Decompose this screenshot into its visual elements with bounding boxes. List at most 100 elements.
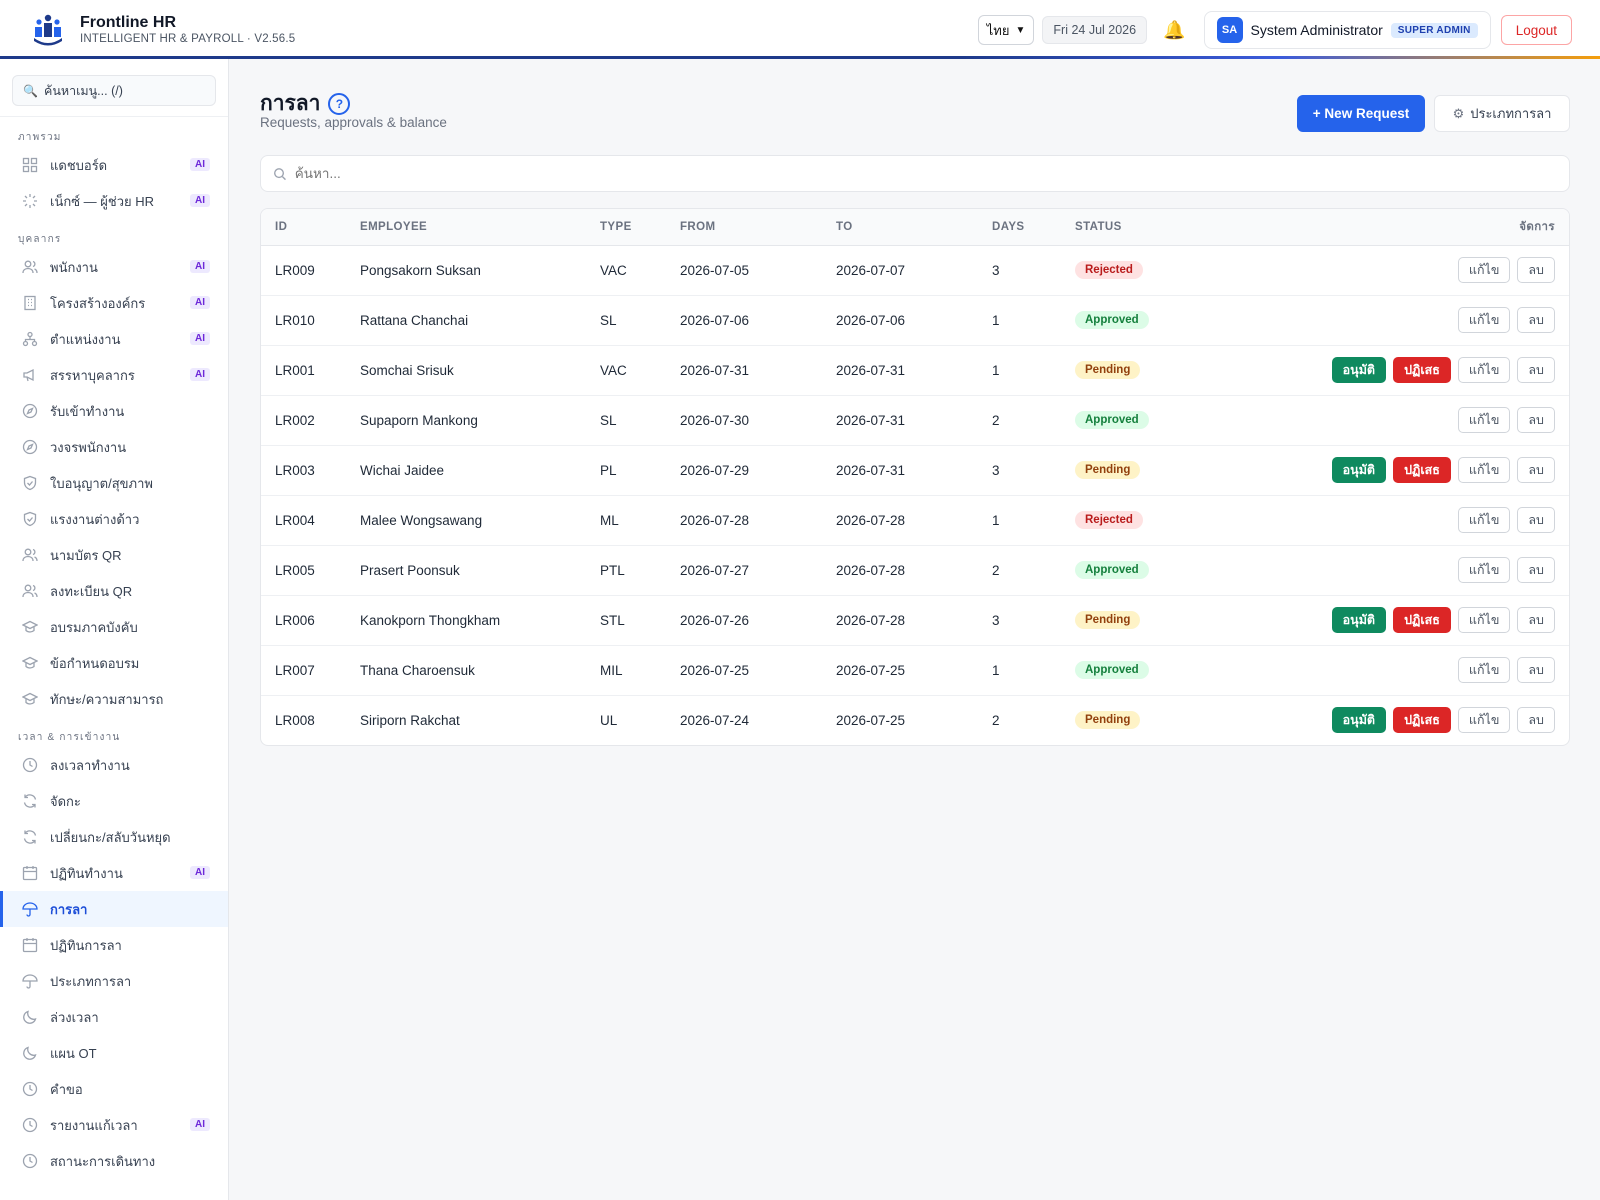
language-select[interactable]: ไทย ▼ [977, 15, 1035, 45]
cell-id: LR006 [261, 595, 360, 646]
cell-actions: แก้ไข ลบ [1235, 645, 1569, 696]
approve-button[interactable]: อนุมัติ [1331, 707, 1387, 734]
edit-button[interactable]: แก้ไข [1457, 507, 1511, 533]
ai-badge: AI [190, 1118, 210, 1131]
search-input[interactable] [294, 166, 1557, 181]
new-request-button[interactable]: + New Request [1297, 95, 1425, 132]
status-badge: Approved [1075, 661, 1149, 679]
sidebar-item[interactable]: รับเข้าทำงาน [0, 393, 228, 429]
sidebar-item[interactable]: จัดกะ [0, 783, 228, 819]
edit-button[interactable]: แก้ไข [1457, 457, 1511, 483]
edit-button[interactable]: แก้ไข [1457, 557, 1511, 583]
cell-status: Approved [1075, 295, 1235, 346]
menu-search-input[interactable]: 🔍 ค้นหาเมนู... (/) [12, 75, 216, 106]
sidebar-item[interactable]: สถานะการเดินทาง [0, 1143, 228, 1179]
cell-actions: แก้ไข ลบ [1235, 495, 1569, 546]
reject-button[interactable]: ปฏิเสธ [1393, 357, 1451, 383]
sidebar-item[interactable]: ปฏิทินการลา [0, 927, 228, 963]
cell-employee: Somchai Srisuk [360, 345, 600, 396]
sidebar-item[interactable]: ปฏิทินทำงาน AI [0, 855, 228, 891]
clock-icon [22, 1081, 38, 1097]
help-icon[interactable]: ? [328, 92, 351, 115]
approve-button[interactable]: อนุมัติ [1331, 607, 1387, 633]
edit-button[interactable]: แก้ไข [1457, 357, 1511, 383]
approve-button[interactable]: อนุมัติ [1331, 457, 1387, 483]
users-icon [22, 583, 38, 599]
cell-from: 2026-07-05 [680, 245, 836, 296]
page-subtitle: Requests, approvals & balance [260, 115, 447, 130]
sidebar-item[interactable]: อบรมภาคบังคับ [0, 609, 228, 645]
table-row: LR002 Supaporn Mankong SL 2026-07-30 2026-07… [261, 395, 1569, 446]
menu-search-placeholder: ค้นหาเมนู... (/) [43, 83, 123, 98]
delete-button[interactable]: ลบ [1517, 507, 1555, 533]
cell-actions: แก้ไข ลบ [1235, 245, 1569, 296]
sidebar-item-label: รายงานแก้เวลา [50, 1117, 138, 1133]
clock-icon [22, 1117, 38, 1133]
umbrella-icon [22, 973, 38, 989]
reject-button[interactable]: ปฏิเสธ [1393, 457, 1451, 483]
sidebar-item[interactable]: ลงทะเบียน QR [0, 573, 228, 609]
sidebar-item[interactable]: เน็กซ์ — ผู้ช่วย HR AI [0, 183, 228, 219]
reject-button[interactable]: ปฏิเสธ [1393, 707, 1451, 734]
approve-button[interactable]: อนุมัติ [1331, 357, 1387, 383]
sidebar-item[interactable]: ข้อกำหนดอบรม [0, 645, 228, 681]
ai-badge: AI [190, 332, 210, 345]
sidebar-item[interactable]: ตำแหน่งงาน AI [0, 321, 228, 357]
delete-button[interactable]: ลบ [1517, 407, 1555, 433]
sidebar-item[interactable]: ลงเวลาทำงาน [0, 747, 228, 783]
calendar-icon [22, 937, 38, 953]
status-badge: Approved [1075, 311, 1149, 329]
edit-button[interactable]: แก้ไข [1457, 407, 1511, 433]
sidebar-item[interactable]: แดชบอร์ด AI [0, 147, 228, 183]
delete-button[interactable]: ลบ [1517, 357, 1555, 383]
user-menu[interactable]: SA System Administrator SUPER ADMIN [1203, 11, 1491, 49]
status-badge: Rejected [1075, 261, 1143, 279]
cell-days: 3 [992, 445, 1075, 496]
column-header-type: TYPE [600, 209, 680, 246]
cell-days: 3 [992, 595, 1075, 646]
delete-button[interactable]: ลบ [1517, 257, 1555, 283]
edit-button[interactable]: แก้ไข [1457, 657, 1511, 683]
sidebar-item[interactable]: เปลี่ยนกะ/สลับวันหยุด [0, 819, 228, 855]
edit-button[interactable]: แก้ไข [1457, 257, 1511, 283]
leave-requests-table: ID EMPLOYEE TYPE FROM TO DAYS STATUS จัด… [260, 208, 1570, 746]
edit-button[interactable]: แก้ไข [1457, 707, 1511, 734]
edit-button[interactable]: แก้ไข [1457, 607, 1511, 633]
leave-types-button[interactable]: ⚙ ประเภทการลา [1434, 95, 1570, 132]
sidebar-item[interactable]: การลา [0, 891, 228, 927]
sidebar-item[interactable]: โครงสร้างองค์กร AI [0, 285, 228, 321]
sidebar-item-label: แผน OT [50, 1045, 97, 1061]
cell-status: Pending [1075, 595, 1235, 646]
brand[interactable]: Frontline HR INTELLIGENT HR & PAYROLL · … [30, 12, 295, 48]
cell-id: LR002 [261, 395, 360, 446]
sidebar-item[interactable]: สรรหาบุคลากร AI [0, 357, 228, 393]
delete-button[interactable]: ลบ [1517, 307, 1555, 333]
sidebar-item[interactable]: ล่วงเวลา [0, 999, 228, 1035]
sidebar-item[interactable]: พนักงาน AI [0, 249, 228, 285]
logout-button[interactable]: Logout [1500, 15, 1572, 45]
cell-to: 2026-07-28 [836, 495, 992, 546]
cell-id: LR003 [261, 445, 360, 496]
cell-type: PL [600, 445, 680, 496]
sidebar-item[interactable]: ใบอนุญาต/สุขภาพ [0, 465, 228, 501]
sidebar-item[interactable]: ประเภทการลา [0, 963, 228, 999]
edit-button[interactable]: แก้ไข [1457, 307, 1511, 333]
delete-button[interactable]: ลบ [1517, 457, 1555, 483]
delete-button[interactable]: ลบ [1517, 707, 1555, 734]
reject-button[interactable]: ปฏิเสธ [1393, 607, 1451, 633]
sidebar-item-label: เน็กซ์ — ผู้ช่วย HR [50, 193, 154, 209]
sidebar-item[interactable]: วงจรพนักงาน [0, 429, 228, 465]
sidebar-item[interactable]: แผน OT [0, 1035, 228, 1071]
sidebar-item[interactable]: คำขอ [0, 1071, 228, 1107]
bell-icon[interactable]: 🔔 [1163, 20, 1185, 41]
sidebar-item[interactable]: นามบัตร QR [0, 537, 228, 573]
delete-button[interactable]: ลบ [1517, 557, 1555, 583]
delete-button[interactable]: ลบ [1517, 607, 1555, 633]
sidebar-item[interactable]: รายงานแก้เวลา AI [0, 1107, 228, 1143]
cell-to: 2026-07-31 [836, 345, 992, 396]
delete-button[interactable]: ลบ [1517, 657, 1555, 683]
search-icon [274, 167, 286, 180]
frontline-logo-icon [34, 14, 62, 46]
sidebar-item[interactable]: แรงงานต่างด้าว [0, 501, 228, 537]
sidebar-item[interactable]: ทักษะ/ความสามารถ [0, 681, 228, 717]
